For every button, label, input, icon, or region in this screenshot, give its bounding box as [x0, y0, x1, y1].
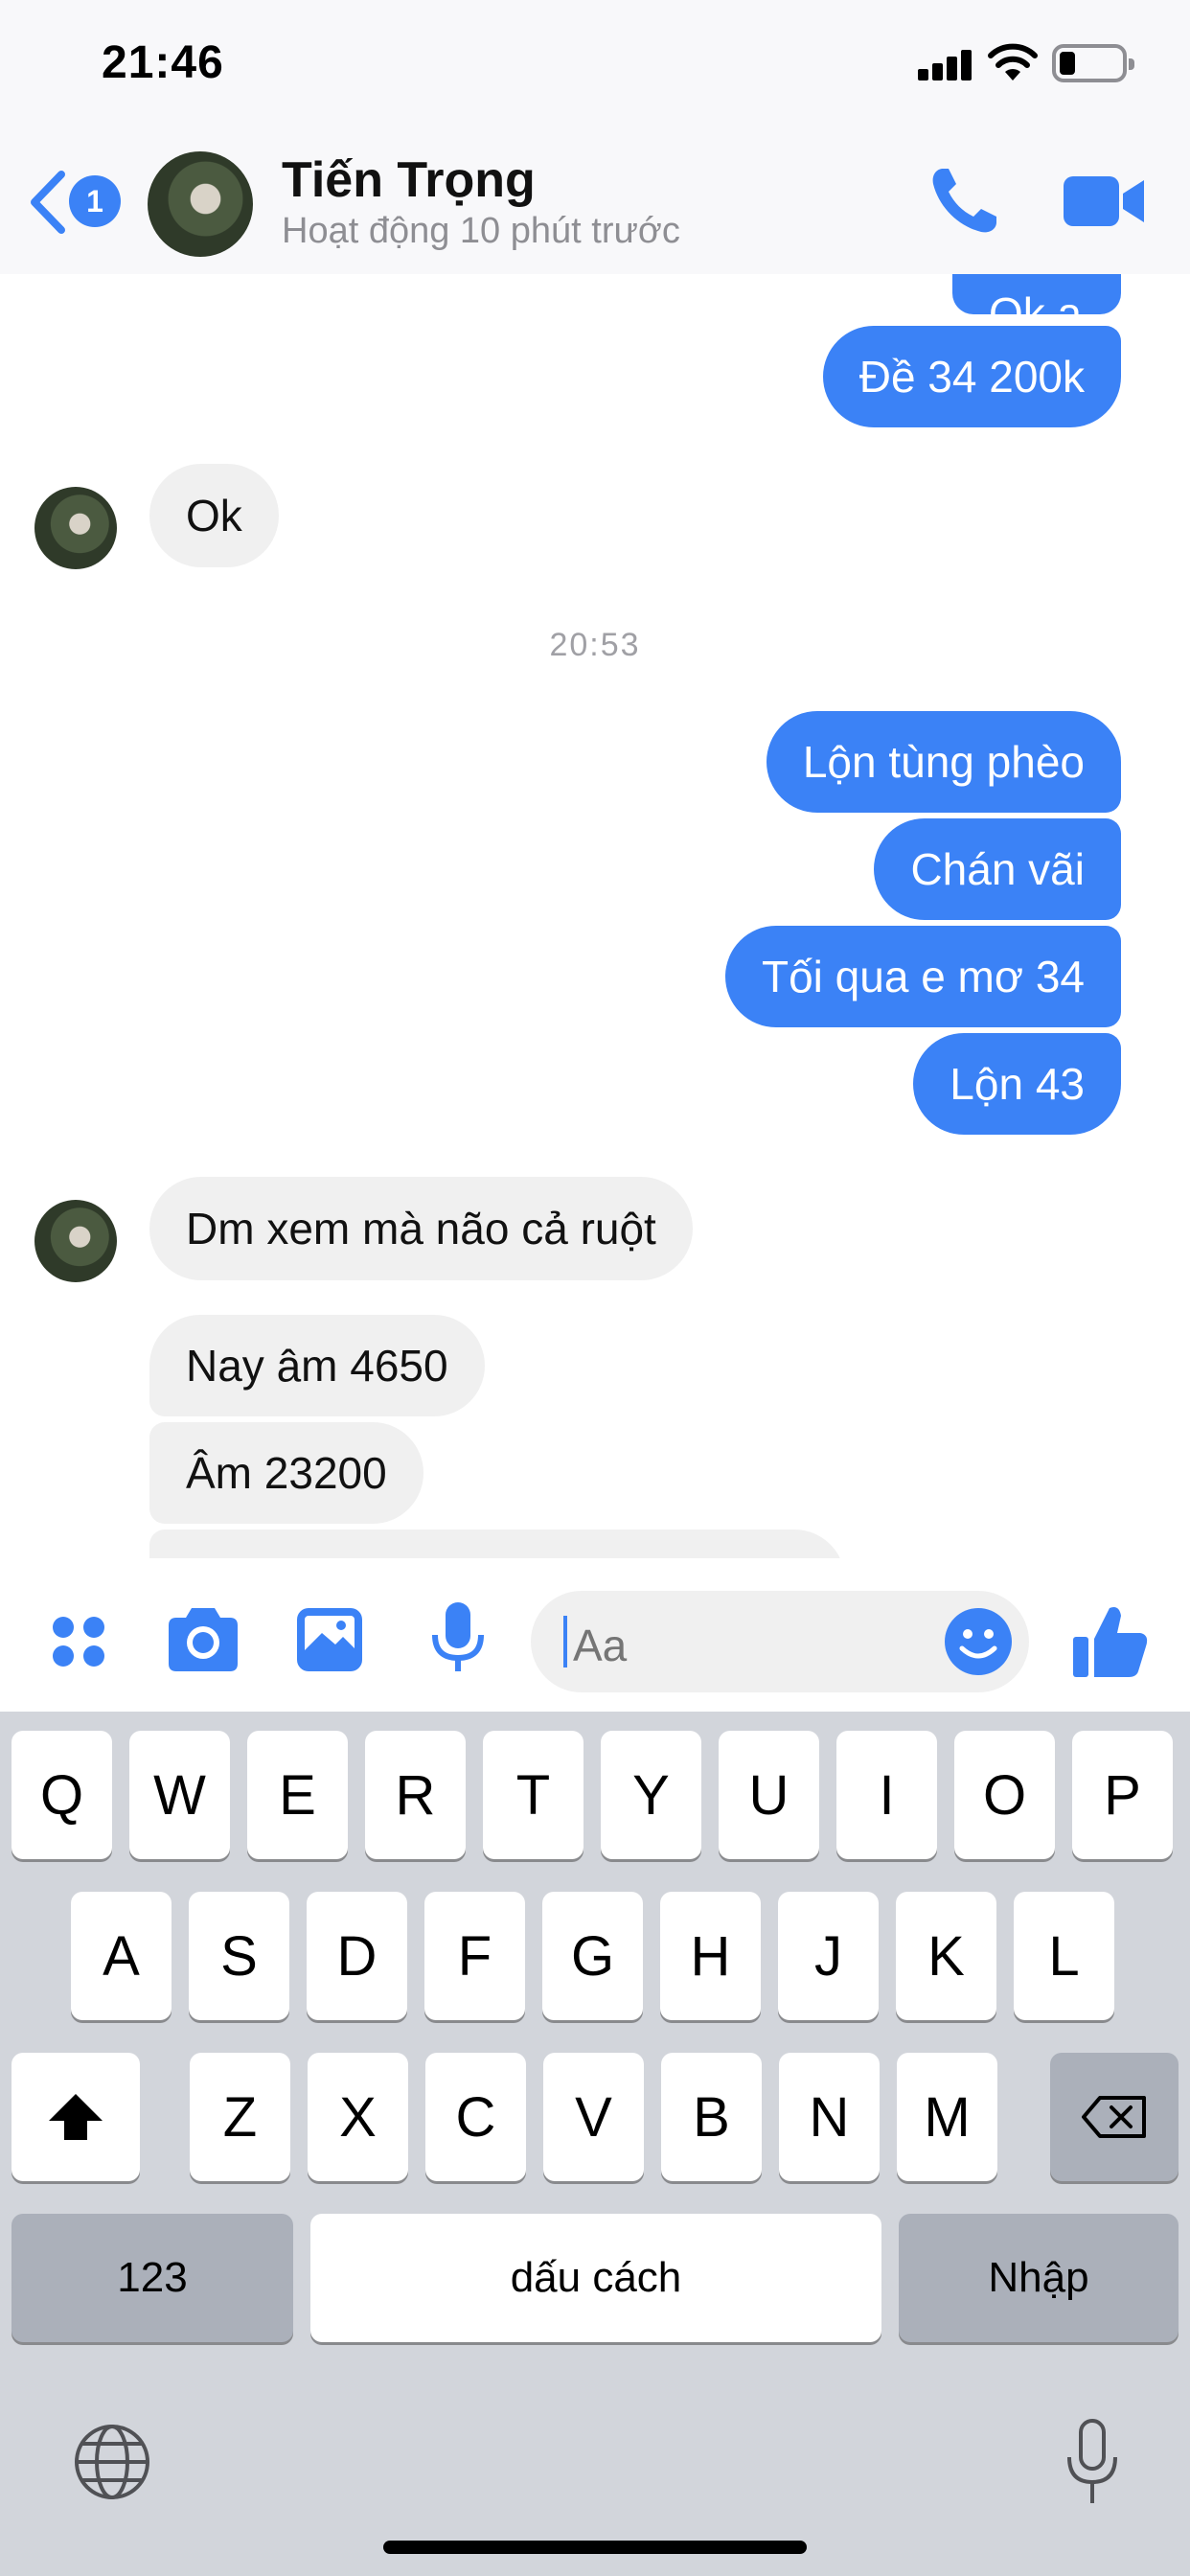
key-f[interactable]: F	[424, 1892, 525, 2020]
message-incoming[interactable]: Dm xem mà não cả ruột	[149, 1177, 693, 1280]
shift-key[interactable]	[11, 2053, 140, 2181]
key-z[interactable]: Z	[190, 2053, 290, 2181]
globe-icon[interactable]	[73, 2423, 151, 2501]
key-r[interactable]: R	[365, 1731, 466, 1859]
key-e[interactable]: E	[247, 1731, 348, 1859]
home-indicator[interactable]	[383, 2541, 807, 2554]
message-outgoing[interactable]: Ok a	[952, 274, 1121, 314]
key-l[interactable]: L	[1014, 1892, 1114, 2020]
wifi-icon	[988, 43, 1038, 80]
dictation-mic-icon[interactable]	[1064, 2419, 1121, 2505]
numbers-key[interactable]: 123	[11, 2214, 293, 2342]
chat-thread[interactable]: Ok a Đề 34 200k Ok 20:53 Lộn tùng phèo C…	[0, 274, 1190, 1558]
key-k[interactable]: K	[896, 1892, 996, 2020]
key-o[interactable]: O	[954, 1731, 1055, 1859]
microphone-icon[interactable]	[420, 1600, 496, 1677]
message-outgoing[interactable]: Chán vãi	[874, 818, 1121, 920]
key-q[interactable]: Q	[11, 1731, 112, 1859]
key-v[interactable]: V	[543, 2053, 644, 2181]
phone-call-icon[interactable]	[926, 163, 1002, 240]
key-u[interactable]: U	[719, 1731, 819, 1859]
message-incoming[interactable]: Ok	[149, 464, 279, 567]
status-time: 21:46	[102, 37, 224, 88]
camera-icon[interactable]	[165, 1600, 241, 1677]
message-outgoing[interactable]: Đề 34 200k	[822, 326, 1121, 427]
key-s[interactable]: S	[189, 1892, 289, 2020]
key-i[interactable]: I	[836, 1731, 937, 1859]
key-y[interactable]: Y	[601, 1731, 701, 1859]
key-t[interactable]: T	[483, 1731, 584, 1859]
key-g[interactable]: G	[542, 1892, 643, 2020]
message-incoming[interactable]: Nay âm 4650	[149, 1315, 485, 1416]
contact-status: Hoạt động 10 phút trước	[282, 211, 680, 251]
thumbs-up-icon[interactable]	[1069, 1600, 1150, 1681]
sender-avatar[interactable]	[34, 1200, 117, 1282]
key-d[interactable]: D	[307, 1892, 407, 2020]
photo-gallery-icon[interactable]	[291, 1600, 368, 1677]
unread-badge[interactable]: 1	[69, 175, 121, 227]
key-h[interactable]: H	[660, 1892, 761, 2020]
message-outgoing[interactable]: Lộn 43	[913, 1033, 1121, 1135]
key-p[interactable]: P	[1072, 1731, 1173, 1859]
key-b[interactable]: B	[661, 2053, 762, 2181]
delete-icon	[1082, 2096, 1146, 2138]
message-incoming-partial[interactable]	[149, 1530, 845, 1558]
key-w[interactable]: W	[129, 1731, 230, 1859]
shift-icon	[49, 2094, 103, 2140]
message-input[interactable]	[531, 1591, 1029, 1692]
sender-avatar[interactable]	[34, 487, 117, 569]
text-caret	[563, 1616, 567, 1668]
message-outgoing[interactable]: Tối qua e mơ 34	[724, 926, 1121, 1027]
message-composer	[0, 1558, 1190, 1712]
contact-name[interactable]: Tiến Trọng	[282, 151, 536, 209]
contact-avatar[interactable]	[148, 151, 253, 257]
key-m[interactable]: M	[897, 2053, 997, 2181]
cellular-signal-icon	[918, 48, 973, 80]
top-bar: 21:46 1 Tiến Trọng Hoạt động 10 phút trư…	[0, 0, 1190, 274]
key-n[interactable]: N	[779, 2053, 880, 2181]
key-c[interactable]: C	[425, 2053, 526, 2181]
message-outgoing[interactable]: Lộn tùng phèo	[766, 711, 1121, 813]
key-j[interactable]: J	[778, 1892, 879, 2020]
key-a[interactable]: A	[71, 1892, 172, 2020]
space-key[interactable]: dấu cách	[310, 2214, 881, 2342]
backspace-key[interactable]	[1050, 2053, 1179, 2181]
video-call-icon[interactable]	[1062, 171, 1148, 232]
battery-icon	[1052, 44, 1134, 82]
message-timestamp: 20:53	[549, 627, 641, 663]
return-key[interactable]: Nhập	[899, 2214, 1179, 2342]
emoji-icon[interactable]	[943, 1606, 1014, 1677]
key-x[interactable]: X	[308, 2053, 408, 2181]
apps-grid-icon[interactable]	[40, 1600, 117, 1677]
message-incoming[interactable]: Âm 23200	[149, 1422, 423, 1524]
message-text-field[interactable]	[573, 1620, 860, 1671]
